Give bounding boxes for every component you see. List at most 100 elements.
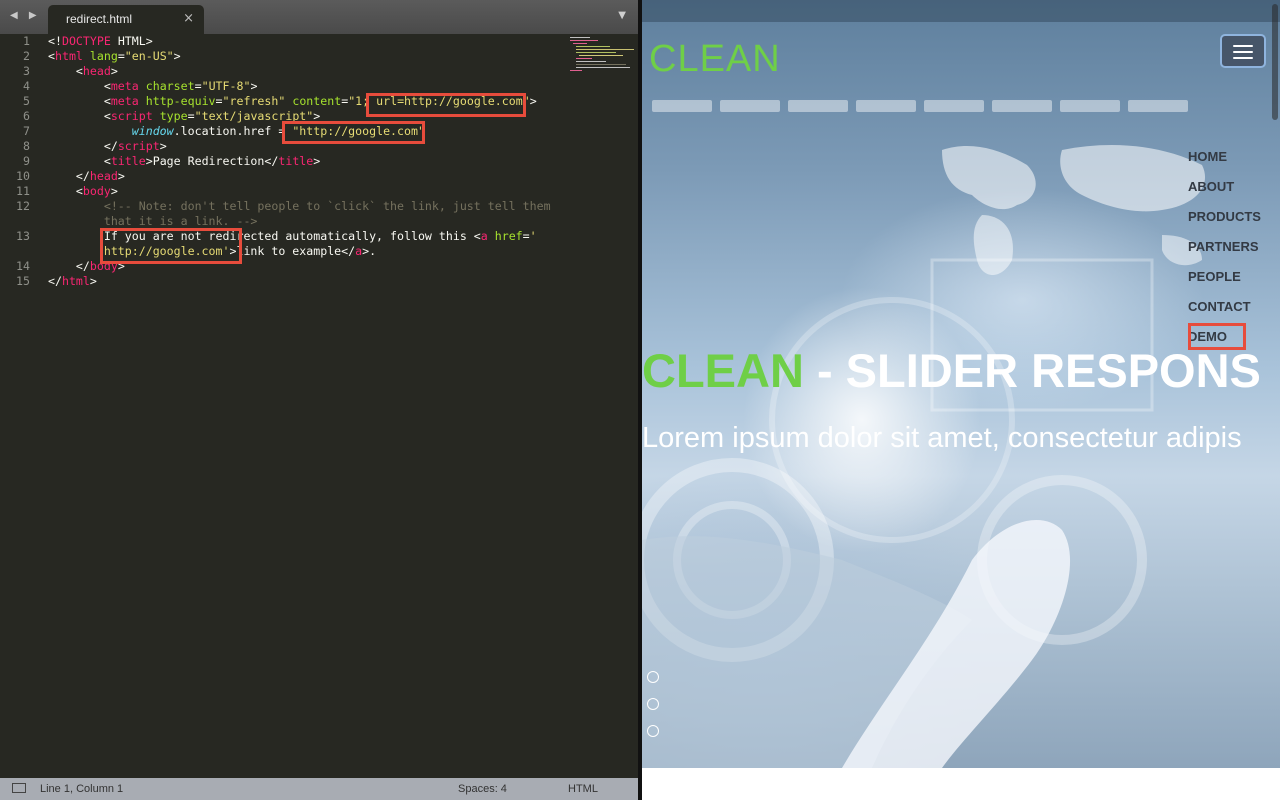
code-line[interactable]: 1 <!DOCTYPE HTML> [0,34,560,49]
code-token: <!-- Note: don't tell people to `click` … [48,199,551,213]
code-token: > [89,274,97,288]
code-token: html [61,274,90,288]
code-token: </ [48,259,90,273]
code-token: >link to example</ [229,244,356,258]
slider-dot-1[interactable] [647,671,659,683]
code-line[interactable]: 7 window.location.href = "http://google.… [0,124,560,139]
code-token: < [48,79,111,93]
code-token: </ [48,139,118,153]
nav-about[interactable]: ABOUT [1188,179,1234,194]
code-area[interactable]: 1 <!DOCTYPE HTML> 2 <html lang="en-US"> 3 <h… [0,34,560,289]
tab-bar: ◀ ▶ redirect.html × ▼ [0,0,638,34]
panel-toggle-icon[interactable] [12,783,26,793]
code-token: script [110,109,153,123]
hamburger-menu-button[interactable] [1220,34,1266,68]
code-text: that it is a link. --> [48,214,258,229]
code-line[interactable]: 3 <head> [0,64,560,79]
line-number: 12 [16,199,30,213]
code-text: <!-- Note: don't tell people to `click` … [48,199,551,214]
close-icon[interactable]: × [183,11,194,26]
line-number: 11 [16,184,30,198]
line-number: 2 [23,49,30,63]
code-token: a [480,229,488,243]
code-token: < [48,154,111,168]
code-line[interactable]: 4 <meta charset="UTF-8"> [0,79,560,94]
nav-contact[interactable]: CONTACT [1188,299,1251,314]
code-line[interactable]: 12 <!-- Note: don't tell people to `clic… [0,199,560,214]
code-token: < [48,184,83,198]
code-line[interactable]: that it is a link. --> [0,214,560,229]
highlight-location-href [282,121,425,144]
line-number: 3 [23,64,30,78]
indentation-setting[interactable]: Spaces: 4 [458,783,507,795]
code-token: head [82,64,111,78]
code-line[interactable]: 2 <html lang="en-US"> [0,49,560,64]
line-number: 6 [23,109,30,123]
nav-home[interactable]: HOME [1188,149,1227,164]
code-token: </ [48,169,90,183]
headline-text: - SLIDER RESPONS [803,344,1261,397]
code-token: body [82,184,111,198]
code-line[interactable]: 9 <title>Page Redirection</title> [0,154,560,169]
code-token: > [159,139,167,153]
chevron-down-icon[interactable]: ▼ [618,10,626,21]
line-number: 5 [23,94,30,108]
code-line[interactable]: http://google.com'>link to example</a>. [0,244,560,259]
menu-bar-icon [1233,45,1253,47]
menu-bar-icon [1233,51,1253,53]
code-token: = [117,49,125,63]
code-token: http-equiv [145,94,216,108]
code-token: < [48,64,83,78]
nav-partners[interactable]: PARTNERS [1188,239,1259,254]
code-token: title [278,154,314,168]
line-number: 15 [16,274,30,288]
menu-bar-icon [1233,57,1253,59]
browser-viewport: CLEAN HOME ABOUT PRODUCTS PARTNERS PEOPL… [642,0,1280,800]
code-text: <body> [48,184,118,199]
line-number: 8 [23,139,30,153]
code-text: <title>Page Redirection</title> [48,154,320,169]
code-text: <script type="text/javascript"> [48,109,320,124]
code-token: "en-US" [124,49,174,63]
line-number: 7 [23,124,30,138]
code-token: "refresh" [222,94,286,108]
line-number: 10 [16,169,30,183]
status-bar: Line 1, Column 1 Spaces: 4 HTML [0,778,638,800]
code-line[interactable]: 8 </script> [0,139,560,154]
code-token: charset [145,79,195,93]
code-line[interactable]: 11 <body> [0,184,560,199]
nav-products[interactable]: PRODUCTS [1188,209,1261,224]
code-line[interactable]: 10 </head> [0,169,560,184]
code-text: <html lang="en-US"> [48,49,181,64]
nav-people[interactable]: PEOPLE [1188,269,1241,284]
slide-headline: CLEAN - SLIDER RESPONS [642,343,1261,398]
code-line[interactable]: 13 If you are not redirected automatical… [0,229,560,244]
code-token: content [292,94,342,108]
code-line[interactable]: 14 </body> [0,259,560,274]
code-editor[interactable]: ◀ ▶ redirect.html × ▼ 1 <!DOCTYPE HTML> 2 <… [0,0,638,800]
page-scrollbar[interactable] [1272,4,1278,120]
site-logo[interactable]: CLEAN [649,38,781,81]
code-token: </ [48,274,62,288]
slider-dot-3[interactable] [647,725,659,737]
minimap[interactable] [568,36,638,72]
highlight-anchor-href [100,228,242,264]
syntax-selector[interactable]: HTML [568,783,598,795]
tab-label: redirect.html [66,12,133,26]
code-token: window [131,124,174,138]
tab-nav-arrows-icon[interactable]: ◀ ▶ [10,10,41,21]
code-token: "UTF-8" [201,79,251,93]
code-token: HTML> [110,34,153,48]
headline-brand: CLEAN [642,344,804,397]
code-token: title [110,154,146,168]
slider-dot-2[interactable] [647,698,659,710]
code-token: href [494,229,523,243]
code-token: = [194,79,202,93]
tab-redirect-html[interactable]: redirect.html × [48,5,204,34]
code-text: <head> [48,64,118,79]
code-token: lang [89,49,118,63]
code-token: script [117,139,160,153]
code-line[interactable]: 15 </html> [0,274,560,289]
